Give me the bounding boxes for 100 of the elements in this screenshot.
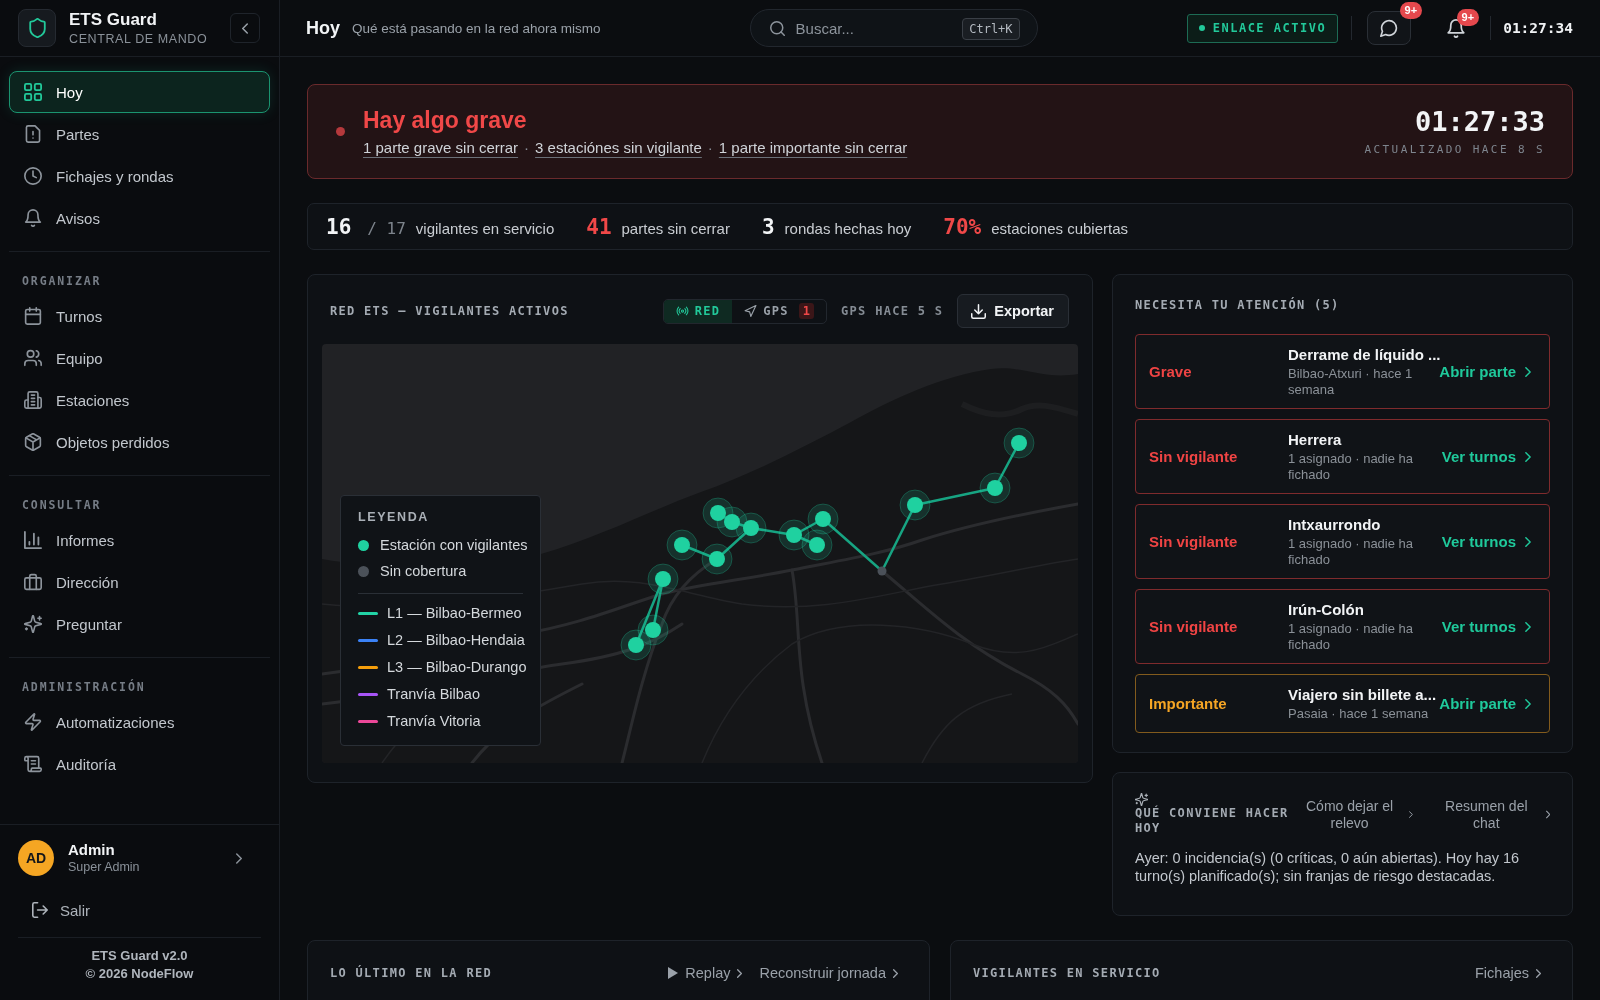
grid-icon (24, 83, 42, 101)
play-icon (668, 967, 679, 979)
item-title: Herrera (1288, 430, 1343, 449)
nav-item[interactable]: Preguntar (9, 603, 270, 645)
station-marker-icon (702, 497, 734, 529)
alert-link[interactable]: 1 parte grave sin cerrar (363, 138, 519, 156)
nav-item[interactable]: Hoy (9, 71, 270, 113)
panel-title: QUÉ CONVIENE HACER HOY (1135, 806, 1290, 836)
chevron-right-icon (1525, 698, 1531, 709)
separator-text: · (707, 138, 713, 156)
action-link[interactable]: Ver turnos (1441, 618, 1531, 635)
item-meta: 1 asignado · nadie ha fichado (1288, 536, 1415, 568)
legend-label: Tranvía Bilbao (387, 686, 480, 702)
chevron-right-icon (236, 852, 242, 864)
item-meta: Bilbao-Atxuri · hace 1 semana (1288, 366, 1414, 398)
chevron-right-icon (1525, 451, 1531, 462)
action-link[interactable]: Replay (668, 965, 743, 981)
stat-label: estaciones cubiertas (991, 219, 1128, 237)
legend-label: L3 — Bilbao-Durango (387, 659, 527, 675)
stat-label: rondas hechas hoy (784, 219, 912, 237)
station-marker-icon (778, 519, 810, 551)
user-role: Super Admin (68, 859, 140, 875)
view-tab[interactable]: RED (663, 299, 733, 323)
bell-icon (24, 209, 42, 227)
nav-item[interactable]: Partes (9, 113, 270, 155)
status-label: ENLACE ACTIVO (1212, 21, 1327, 35)
shortcut-key: Ctrl+K (962, 18, 1020, 40)
sparkles-icon (1135, 793, 1148, 806)
legend-label: L1 — Bilbao-Bermeo (387, 605, 522, 621)
alert-time: 01:27:33 (1413, 106, 1545, 138)
view-tab[interactable]: GPS 1 (732, 299, 827, 323)
nav-item[interactable]: Fichajes y rondas (9, 155, 270, 197)
nav-item[interactable]: Auditoría (9, 743, 270, 785)
legend-title: LEYENDA (358, 510, 430, 524)
nav-item[interactable]: Informes (9, 519, 270, 561)
chevron-right-icon (1545, 810, 1550, 819)
station-marker-icon (899, 489, 931, 521)
nav-item[interactable]: Automatizaciones (9, 701, 270, 743)
severity-label: Sin vigilante (1149, 618, 1239, 635)
station-marker-icon (647, 563, 679, 595)
separator-text: · (524, 138, 530, 156)
item-title: Derrame de líquido ... (1288, 345, 1438, 364)
action-link[interactable]: Fichajes (1475, 965, 1541, 981)
station-marker-icon (877, 566, 887, 576)
section-heading: ADMINISTRACIÓN (21, 678, 147, 696)
clock-text: 01:27:34 (1503, 20, 1573, 36)
station-marker-icon (637, 614, 669, 646)
brand-title: ETS Guard (69, 9, 158, 30)
chevron-left-icon (242, 22, 248, 34)
footer-text: © 2026 NodeFlow (84, 965, 195, 983)
alert-link[interactable]: 3 estaciónes sin vigilante (535, 138, 702, 156)
station-marker-icon (701, 543, 733, 575)
station-marker-icon (620, 629, 652, 661)
item-title: Viajero sin billete a... (1288, 685, 1438, 704)
nav-item[interactable]: Turnos (9, 295, 270, 337)
bar-chart-icon (24, 531, 42, 549)
station-marker-icon (666, 529, 698, 561)
collapse-button[interactable] (230, 13, 260, 43)
clock-icon (24, 167, 42, 185)
item-meta: 1 asignado · nadie ha fichado (1288, 621, 1415, 653)
action-link[interactable]: Ver turnos (1441, 448, 1531, 465)
nav-item[interactable]: Estaciones (9, 379, 270, 421)
alert-title: Hay algo grave (363, 105, 528, 134)
logout-icon (32, 902, 48, 918)
chevron-right-icon (1409, 810, 1413, 819)
item-title: Intxaurrondo (1288, 515, 1382, 534)
chevron-right-icon (893, 968, 898, 978)
navigation-arrow-icon (744, 305, 758, 317)
alert-link[interactable]: 1 parte importante sin cerrar (718, 138, 908, 156)
gps-age-text: GPS HACE 5 S (841, 304, 944, 318)
panel-title: VIGILANTES EN SERVICIO (973, 965, 1161, 981)
item-meta: Pasaia · hace 1 semana (1288, 706, 1430, 722)
stat-value: 3 (761, 214, 775, 239)
summary-text: Ayer: 0 incidencia(s) (0 críticas, 0 aún abiertas). Hoy hay 16 turno(s) planificado(s); sin franjas de riesgo destacadas. (1135, 849, 1521, 885)
sparkles-icon (24, 615, 42, 633)
export-button[interactable]: Exportar (957, 294, 1069, 328)
nav-item[interactable]: Dirección (9, 561, 270, 603)
action-link[interactable]: Reconstruir jornada (759, 965, 898, 981)
legend-label: Sin cobertura (380, 563, 467, 579)
panel-title: LO ÚLTIMO EN LA RED (330, 965, 492, 981)
stat-value: 70% (943, 214, 982, 239)
action-link[interactable]: Abrir parte (1439, 363, 1531, 380)
search-icon (769, 20, 785, 36)
scroll-icon (24, 755, 42, 773)
station-marker-icon (1003, 427, 1035, 459)
suggestion-link[interactable]: Resumen del chat (1437, 797, 1550, 832)
count-badge: 1 (798, 303, 815, 319)
logout-button[interactable]: Salir (32, 896, 90, 924)
download-icon (971, 303, 987, 319)
nav-item[interactable]: Objetos perdidos (9, 421, 270, 463)
action-link[interactable]: Abrir parte (1439, 695, 1531, 712)
chevron-right-icon (1536, 968, 1541, 978)
count-badge: 9+ (1456, 8, 1480, 26)
panel-title: NECESITA TU ATENCIÓN (5) (1135, 297, 1341, 313)
suggestion-link[interactable]: Cómo dejar el relevo (1300, 797, 1413, 832)
action-link[interactable]: Ver turnos (1441, 533, 1531, 550)
nav-item[interactable]: Avisos (9, 197, 270, 239)
nav-item[interactable]: Equipo (9, 337, 270, 379)
panel-title: RED ETS — VIGILANTES ACTIVOS (330, 303, 569, 319)
chevron-right-icon (737, 968, 743, 978)
